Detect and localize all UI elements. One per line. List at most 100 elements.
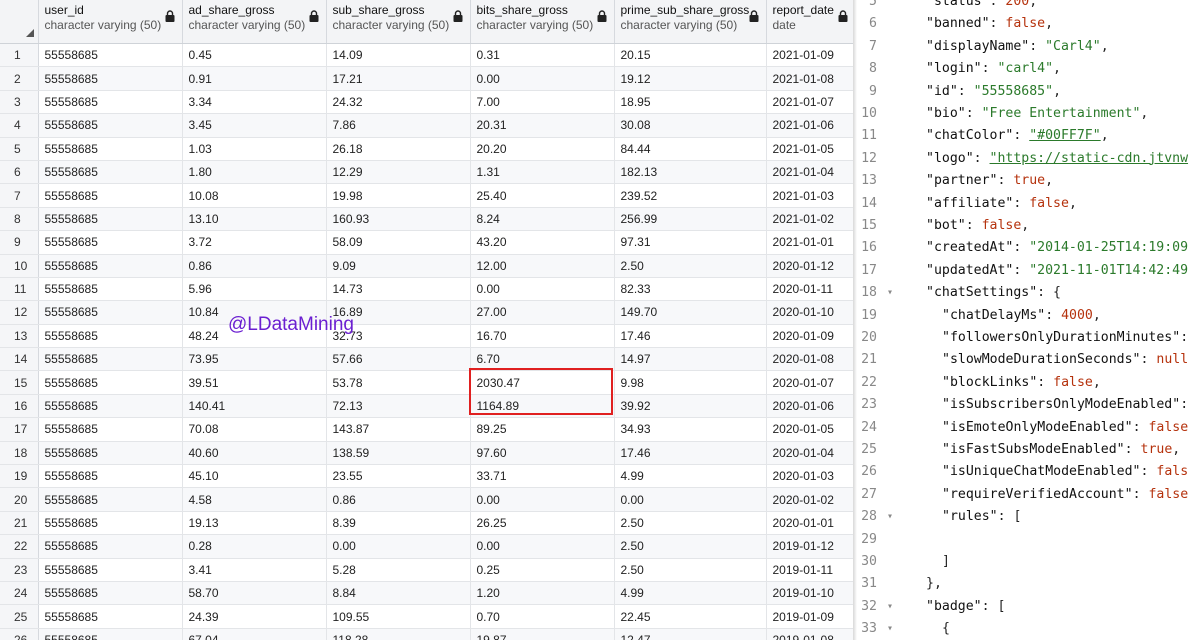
cell-ad-share-gross[interactable]: 13.10 bbox=[182, 207, 327, 232]
cell-report-date[interactable]: 2021-01-08 bbox=[766, 66, 855, 91]
cell-report-date[interactable]: 2019-01-08 bbox=[766, 628, 855, 640]
cell-ad-share-gross[interactable]: 40.60 bbox=[182, 441, 327, 466]
row-number[interactable]: 24 bbox=[0, 581, 39, 606]
cell-report-date[interactable]: 2020-01-12 bbox=[766, 254, 855, 278]
cell-sub-share-gross[interactable]: 8.84 bbox=[326, 581, 471, 606]
cell-user-id[interactable]: 55558685 bbox=[38, 43, 183, 68]
cell-bits-share-gross[interactable]: 0.00 bbox=[470, 66, 615, 91]
cell-sub-share-gross[interactable]: 0.00 bbox=[326, 534, 471, 559]
fold-arrow-icon[interactable]: ▾ bbox=[887, 596, 893, 618]
cell-sub-share-gross[interactable]: 14.73 bbox=[326, 277, 471, 302]
cell-bits-share-gross[interactable]: 0.70 bbox=[470, 604, 615, 629]
cell-prime-sub-share-gross[interactable]: 239.52 bbox=[614, 183, 767, 208]
cell-bits-share-gross[interactable]: 1.20 bbox=[470, 581, 615, 606]
cell-sub-share-gross[interactable]: 143.87 bbox=[326, 417, 471, 442]
cell-bits-share-gross[interactable]: 25.40 bbox=[470, 183, 615, 208]
cell-sub-share-gross[interactable]: 118.28 bbox=[326, 628, 471, 640]
cell-user-id[interactable]: 55558685 bbox=[38, 254, 183, 278]
cell-bits-share-gross[interactable]: 1164.89 bbox=[470, 394, 615, 419]
cell-user-id[interactable]: 55558685 bbox=[38, 160, 183, 185]
cell-prime-sub-share-gross[interactable]: 18.95 bbox=[614, 90, 767, 115]
cell-ad-share-gross[interactable]: 0.91 bbox=[182, 66, 327, 91]
cell-user-id[interactable]: 55558685 bbox=[38, 581, 183, 606]
table-row[interactable]: 3 55558685 3.34 24.32 7.00 18.95 2021-01-07 bbox=[0, 90, 855, 115]
cell-prime-sub-share-gross[interactable]: 17.46 bbox=[614, 324, 767, 349]
cell-sub-share-gross[interactable]: 17.21 bbox=[326, 66, 471, 91]
cell-ad-share-gross[interactable]: 0.45 bbox=[182, 43, 327, 68]
cell-bits-share-gross[interactable]: 1.31 bbox=[470, 160, 615, 185]
table-row[interactable]: 1 55558685 0.45 14.09 0.31 20.15 2021-01-09 bbox=[0, 43, 855, 68]
row-number[interactable]: 3 bbox=[0, 90, 39, 115]
cell-prime-sub-share-gross[interactable]: 182.13 bbox=[614, 160, 767, 185]
table-row[interactable]: 17 55558685 70.08 143.87 89.25 34.93 2020-01-0… bbox=[0, 417, 855, 442]
row-number[interactable]: 18 bbox=[0, 441, 39, 466]
row-number[interactable]: 1 bbox=[0, 43, 39, 68]
row-number[interactable]: 5 bbox=[0, 137, 39, 161]
cell-prime-sub-share-gross[interactable]: 2.50 bbox=[614, 254, 767, 278]
cell-report-date[interactable]: 2019-01-10 bbox=[766, 581, 855, 606]
cell-bits-share-gross[interactable]: 0.31 bbox=[470, 43, 615, 68]
fold-arrow-icon[interactable]: ▾ bbox=[887, 282, 893, 304]
cell-ad-share-gross[interactable]: 70.08 bbox=[182, 417, 327, 442]
json-code-editor[interactable]: 5 "status": 200, 6 "banned": false, 7 "displa… bbox=[857, 0, 1200, 640]
cell-ad-share-gross[interactable]: 0.86 bbox=[182, 254, 327, 278]
column-header-report-date[interactable]: report_date date bbox=[766, 0, 855, 44]
row-number[interactable]: 15 bbox=[0, 370, 39, 395]
cell-ad-share-gross[interactable]: 3.41 bbox=[182, 558, 327, 582]
cell-user-id[interactable]: 55558685 bbox=[38, 417, 183, 442]
cell-sub-share-gross[interactable]: 24.32 bbox=[326, 90, 471, 115]
cell-ad-share-gross[interactable]: 0.28 bbox=[182, 534, 327, 559]
cell-prime-sub-share-gross[interactable]: 4.99 bbox=[614, 581, 767, 606]
table-row[interactable]: 24 55558685 58.70 8.84 1.20 4.99 2019-01-10 bbox=[0, 581, 855, 606]
cell-prime-sub-share-gross[interactable]: 14.97 bbox=[614, 347, 767, 372]
cell-report-date[interactable]: 2021-01-01 bbox=[766, 230, 855, 255]
cell-prime-sub-share-gross[interactable]: 84.44 bbox=[614, 137, 767, 161]
cell-report-date[interactable]: 2021-01-06 bbox=[766, 113, 855, 138]
cell-user-id[interactable]: 55558685 bbox=[38, 511, 183, 536]
table-row[interactable]: 20 55558685 4.58 0.86 0.00 0.00 2020-01-02 bbox=[0, 487, 855, 512]
table-row[interactable]: 9 55558685 3.72 58.09 43.20 97.31 2021-01-01 bbox=[0, 230, 855, 255]
cell-ad-share-gross[interactable]: 140.41 bbox=[182, 394, 327, 419]
row-number[interactable]: 4 bbox=[0, 113, 39, 138]
cell-ad-share-gross[interactable]: 24.39 bbox=[182, 604, 327, 629]
cell-ad-share-gross[interactable]: 4.58 bbox=[182, 487, 327, 512]
cell-ad-share-gross[interactable]: 1.03 bbox=[182, 137, 327, 161]
column-header-user-id[interactable]: user_id character varying (50) bbox=[38, 0, 183, 44]
row-number[interactable]: 6 bbox=[0, 160, 39, 185]
cell-prime-sub-share-gross[interactable]: 97.31 bbox=[614, 230, 767, 255]
cell-report-date[interactable]: 2019-01-12 bbox=[766, 534, 855, 559]
cell-prime-sub-share-gross[interactable]: 9.98 bbox=[614, 370, 767, 395]
cell-user-id[interactable]: 55558685 bbox=[38, 300, 183, 325]
cell-bits-share-gross[interactable]: 0.00 bbox=[470, 534, 615, 559]
cell-report-date[interactable]: 2020-01-04 bbox=[766, 441, 855, 466]
cell-sub-share-gross[interactable]: 5.28 bbox=[326, 558, 471, 582]
cell-sub-share-gross[interactable]: 26.18 bbox=[326, 137, 471, 161]
table-row[interactable]: 15 55558685 39.51 53.78 2030.47 9.98 2020-01-0… bbox=[0, 370, 855, 395]
cell-ad-share-gross[interactable]: 19.13 bbox=[182, 511, 327, 536]
cell-report-date[interactable]: 2020-01-09 bbox=[766, 324, 855, 349]
cell-ad-share-gross[interactable]: 3.34 bbox=[182, 90, 327, 115]
cell-ad-share-gross[interactable]: 5.96 bbox=[182, 277, 327, 302]
cell-prime-sub-share-gross[interactable]: 0.00 bbox=[614, 487, 767, 512]
cell-user-id[interactable]: 55558685 bbox=[38, 558, 183, 582]
cell-ad-share-gross[interactable]: 10.08 bbox=[182, 183, 327, 208]
cell-user-id[interactable]: 55558685 bbox=[38, 628, 183, 640]
row-number[interactable]: 8 bbox=[0, 207, 39, 232]
cell-prime-sub-share-gross[interactable]: 12.47 bbox=[614, 628, 767, 640]
column-header-sub-share-gross[interactable]: sub_share_gross character varying (50) bbox=[326, 0, 471, 44]
row-number[interactable]: 20 bbox=[0, 487, 39, 512]
cell-sub-share-gross[interactable]: 0.86 bbox=[326, 487, 471, 512]
cell-report-date[interactable]: 2020-01-08 bbox=[766, 347, 855, 372]
table-row[interactable]: 19 55558685 45.10 23.55 33.71 4.99 2020-01-03 bbox=[0, 464, 855, 489]
data-output-grid[interactable]: user_id character varying (50) ad_share_gr… bbox=[0, 0, 855, 640]
cell-sub-share-gross[interactable]: 8.39 bbox=[326, 511, 471, 536]
column-header-bits-share-gross[interactable]: bits_share_gross character varying (50) bbox=[470, 0, 615, 44]
cell-prime-sub-share-gross[interactable]: 34.93 bbox=[614, 417, 767, 442]
cell-bits-share-gross[interactable]: 19.87 bbox=[470, 628, 615, 640]
cell-sub-share-gross[interactable]: 58.09 bbox=[326, 230, 471, 255]
cell-user-id[interactable]: 55558685 bbox=[38, 66, 183, 91]
cell-sub-share-gross[interactable]: 138.59 bbox=[326, 441, 471, 466]
cell-sub-share-gross[interactable]: 14.09 bbox=[326, 43, 471, 68]
cell-prime-sub-share-gross[interactable]: 19.12 bbox=[614, 66, 767, 91]
cell-sub-share-gross[interactable]: 12.29 bbox=[326, 160, 471, 185]
